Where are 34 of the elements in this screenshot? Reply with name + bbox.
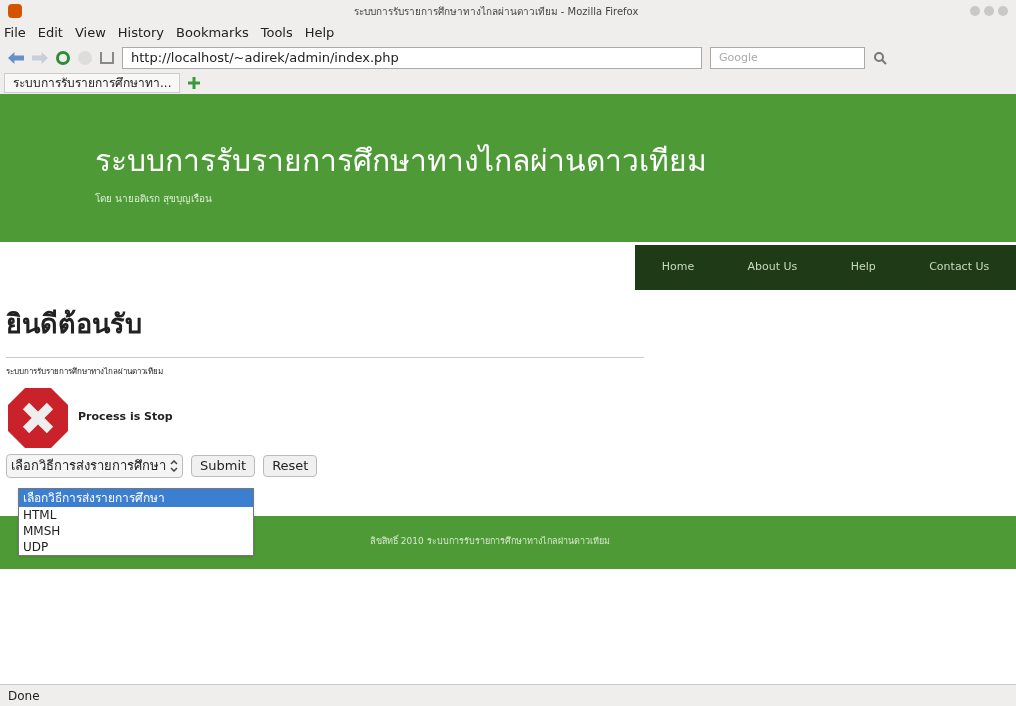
error-stop-icon [6, 385, 70, 450]
method-select[interactable]: เลือกวิธีการส่งรายการศึกษา [6, 453, 183, 478]
caret-icon [170, 459, 178, 472]
menu-item[interactable]: Tools [260, 23, 293, 43]
reload-icon[interactable] [56, 51, 70, 65]
form-button[interactable]: Reset [263, 454, 318, 477]
menu-item[interactable]: Bookmarks [176, 23, 249, 43]
address-field[interactable]: http://localhost/~adirek/admin/index.php [122, 47, 702, 69]
app-icon [8, 4, 22, 18]
form-button[interactable]: Submit [191, 454, 256, 477]
browser-tab[interactable]: ระบบการรับรายการศึกษาทา... [4, 73, 181, 93]
new-tab-icon[interactable] [188, 77, 201, 89]
status-text: Done [8, 687, 40, 705]
menu-item[interactable]: History [117, 23, 165, 43]
window-title: ระบบการรับรายการศึกษาทางไกลผ่านดาวเทียม - Mozilla Firefox [352, 4, 640, 19]
site-title: ระบบการรับรายการศึกษาทางไกลผ่านดาวเทียม [95, 142, 707, 180]
nav-link[interactable]: Help [850, 259, 876, 276]
search-icon[interactable] [873, 51, 887, 65]
intro-text: ระบบการรับรายการศึกษาทางไกลผ่านดาวเทียม [6, 365, 164, 378]
dropdown-option[interactable]: UDP [19, 539, 253, 555]
dropdown-option[interactable]: MMSH [19, 523, 253, 539]
page-heading: ยินดีต้อนรับ [6, 304, 644, 358]
footer-text: ลิขสิทธิ์ 2010 ระบบการรับรายการศึกษาทางไกลผ่านดาวเทียม [370, 535, 610, 549]
menu-item[interactable]: View [74, 23, 106, 43]
site-subtitle: โดย นายอดิเรก สุขบุญเรือน [95, 192, 213, 206]
dropdown-option[interactable]: เลือกวิธีการส่งรายการศึกษา [19, 489, 253, 507]
status-message: Process is Stop [78, 409, 173, 426]
dropdown-option[interactable]: HTML [19, 507, 253, 523]
nav-link[interactable]: Home [661, 259, 695, 276]
nav-link[interactable]: Contact Us [929, 259, 990, 276]
nav-link[interactable]: About Us [747, 259, 798, 276]
menu-item[interactable]: Edit [37, 23, 63, 43]
menu-item[interactable]: Help [304, 23, 335, 43]
menu-item[interactable]: File [4, 23, 26, 43]
